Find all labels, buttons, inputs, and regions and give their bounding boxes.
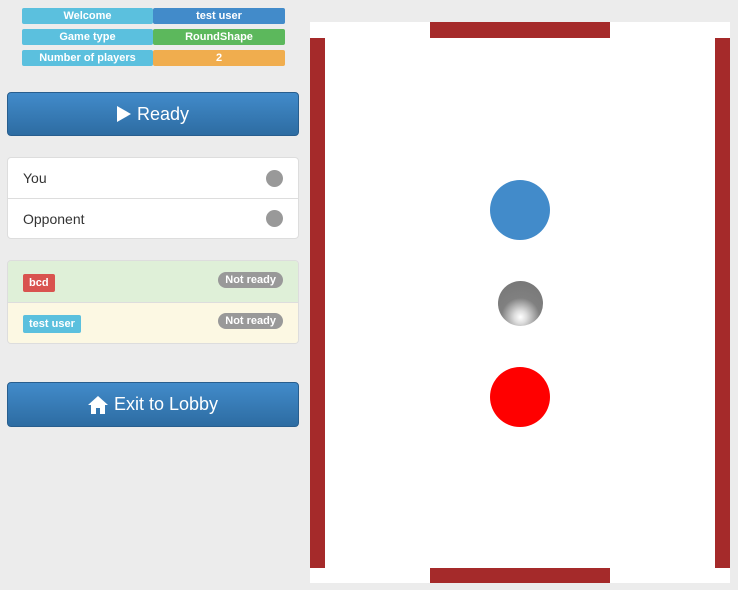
list-item-opponent: Opponent	[8, 198, 298, 238]
left-wall	[310, 38, 325, 568]
opponent-status-dot	[266, 210, 283, 227]
game-type-row: Game type RoundShape	[22, 29, 285, 45]
puck	[498, 281, 543, 326]
ready-button[interactable]: Ready	[7, 92, 299, 136]
ready-button-label: Ready	[136, 103, 190, 124]
play-icon	[116, 106, 131, 122]
player-paddle[interactable]	[490, 367, 550, 427]
players-row: Number of players 2	[22, 50, 285, 66]
status-row-test-user: test user Not ready	[8, 302, 298, 343]
you-status-dot	[266, 169, 283, 187]
welcome-label: Welcome	[22, 8, 153, 24]
top-goal-wall	[430, 22, 610, 38]
home-icon	[87, 395, 108, 414]
player-indicator-list: You Opponent	[7, 157, 299, 239]
game-type-label: Game type	[22, 29, 153, 45]
players-label: Number of players	[22, 50, 153, 66]
status-row-bcd: bcd Not ready	[8, 261, 298, 302]
right-wall	[715, 38, 730, 568]
game-info-table: Welcome test user Game type RoundShape N…	[22, 8, 285, 71]
player-status-list: bcd Not ready test user Not ready	[7, 260, 299, 344]
game-type-value: RoundShape	[153, 29, 285, 45]
opponent-label: Opponent	[23, 210, 85, 227]
welcome-row: Welcome test user	[22, 8, 285, 24]
player-name-tag: test user	[23, 315, 81, 333]
you-label: You	[23, 170, 47, 186]
status-badge: Not ready	[218, 313, 283, 329]
status-badge: Not ready	[218, 271, 283, 288]
players-value: 2	[153, 50, 285, 66]
opponent-paddle	[490, 180, 550, 240]
player-name-tag: bcd	[23, 273, 55, 292]
exit-button-label: Exit to Lobby	[113, 394, 219, 414]
exit-to-lobby-button[interactable]: Exit to Lobby	[7, 382, 299, 427]
list-item-you: You	[8, 158, 298, 198]
welcome-value: test user	[153, 8, 285, 24]
game-field[interactable]	[310, 22, 730, 583]
bottom-goal-wall	[430, 568, 610, 583]
